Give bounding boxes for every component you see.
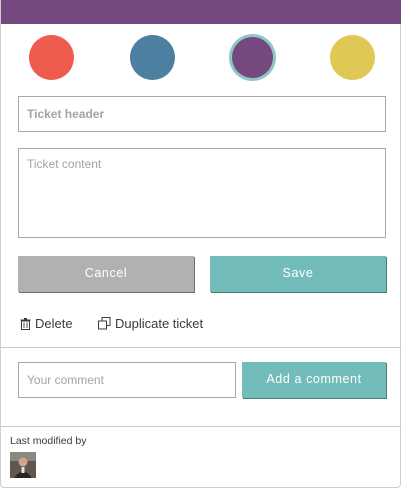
ticket-edit-panel: Ticket header Ticket content Cancel Save… bbox=[0, 0, 401, 488]
color-swatch-yellow[interactable] bbox=[330, 35, 375, 80]
ticket-header-input[interactable]: Ticket header bbox=[18, 96, 386, 132]
duplicate-ticket-label: Duplicate ticket bbox=[115, 316, 204, 331]
add-comment-button[interactable]: Add a comment bbox=[242, 362, 386, 398]
color-swatch-purple[interactable] bbox=[232, 37, 273, 78]
delete-action[interactable]: Delete bbox=[20, 316, 73, 331]
trash-icon bbox=[20, 317, 31, 330]
delete-label: Delete bbox=[35, 316, 73, 331]
color-swatch-red[interactable] bbox=[29, 35, 74, 80]
color-header-bar bbox=[1, 0, 401, 24]
copy-icon bbox=[98, 317, 111, 330]
ticket-content-input[interactable]: Ticket content bbox=[18, 148, 386, 238]
avatar bbox=[10, 452, 36, 478]
duplicate-ticket-action[interactable]: Duplicate ticket bbox=[98, 316, 203, 331]
section-divider bbox=[1, 347, 401, 348]
save-button[interactable]: Save bbox=[210, 256, 386, 292]
comment-input[interactable]: Your comment bbox=[18, 362, 236, 398]
footer-divider bbox=[1, 426, 401, 427]
color-swatch-blue[interactable] bbox=[130, 35, 175, 80]
cancel-button[interactable]: Cancel bbox=[18, 256, 194, 292]
last-modified-label: Last modified by bbox=[10, 435, 87, 447]
